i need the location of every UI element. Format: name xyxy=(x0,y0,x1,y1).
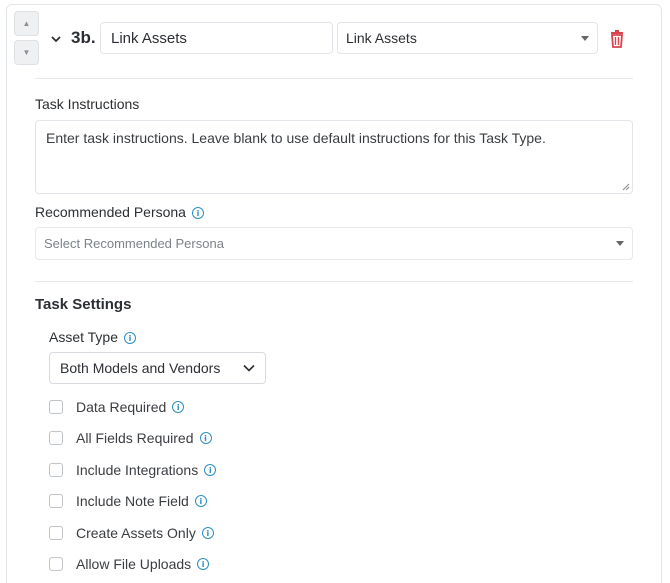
setting-option-include-note-field: Include Note Field i xyxy=(49,491,207,511)
info-icon[interactable]: i xyxy=(124,332,137,345)
info-icon[interactable]: i xyxy=(199,432,212,444)
divider xyxy=(35,281,633,282)
move-down-button[interactable]: ▼ xyxy=(14,40,39,65)
info-icon[interactable]: i xyxy=(197,558,210,570)
divider xyxy=(35,78,633,79)
setting-option-include-integrations: Include Integrations i xyxy=(49,460,217,480)
info-icon[interactable]: i xyxy=(201,527,214,539)
task-name-value: Link Assets xyxy=(111,29,187,47)
asset-type-label: Asset Type i xyxy=(49,329,137,345)
option-label: Data Required xyxy=(76,399,167,415)
task-name-input[interactable]: Link Assets xyxy=(100,22,333,54)
info-icon[interactable]: i xyxy=(172,401,185,413)
task-instructions-textarea[interactable]: Enter task instructions. Leave blank to … xyxy=(35,120,633,194)
asset-type-value: Both Models and Vendors xyxy=(60,360,221,376)
allow-file-uploads-checkbox[interactable] xyxy=(49,557,63,571)
caret-up-icon: ▲ xyxy=(22,19,31,28)
create-assets-only-checkbox[interactable] xyxy=(49,526,63,540)
setting-option-allow-file-uploads: Allow File Uploads i xyxy=(49,554,210,574)
option-label: Include Integrations xyxy=(76,462,199,478)
task-settings-title: Task Settings xyxy=(35,296,132,313)
include-integrations-checkbox[interactable] xyxy=(49,463,63,477)
chevron-down-icon xyxy=(51,35,61,42)
asset-type-select[interactable]: Both Models and Vendors xyxy=(49,352,266,384)
step-number: 3b. xyxy=(71,28,96,47)
recommended-persona-select[interactable]: Select Recommended Persona xyxy=(35,227,633,260)
option-label: Include Note Field xyxy=(76,493,189,509)
task-type-select[interactable]: Link Assets xyxy=(337,22,598,54)
recommended-persona-label-text: Recommended Persona xyxy=(35,204,186,220)
asset-type-label-text: Asset Type xyxy=(49,329,119,345)
task-instructions-label: Task Instructions xyxy=(35,96,140,112)
chevron-down-icon xyxy=(243,364,255,372)
caret-down-icon: ▼ xyxy=(22,48,31,57)
persona-placeholder: Select Recommended Persona xyxy=(44,236,224,251)
info-icon[interactable]: i xyxy=(191,207,204,220)
task-instructions-placeholder: Enter task instructions. Leave blank to … xyxy=(46,130,546,146)
task-type-value: Link Assets xyxy=(346,30,417,46)
caret-down-icon xyxy=(616,241,624,246)
info-icon[interactable]: i xyxy=(204,464,217,476)
data-required-checkbox[interactable] xyxy=(49,400,63,414)
info-icon[interactable]: i xyxy=(194,495,207,507)
all-fields-required-checkbox[interactable] xyxy=(49,431,63,445)
option-label: Create Assets Only xyxy=(76,525,196,541)
setting-option-all-fields-required: All Fields Required i xyxy=(49,428,212,448)
trash-icon[interactable] xyxy=(609,30,625,48)
include-note-field-checkbox[interactable] xyxy=(49,494,63,508)
option-label: Allow File Uploads xyxy=(76,556,192,572)
move-up-button[interactable]: ▲ xyxy=(14,11,39,36)
resize-handle-icon[interactable] xyxy=(622,183,630,191)
collapse-toggle[interactable] xyxy=(49,32,63,46)
option-label: All Fields Required xyxy=(76,430,194,446)
recommended-persona-label: Recommended Persona i xyxy=(35,204,204,220)
caret-down-icon xyxy=(581,35,589,41)
setting-option-create-assets-only: Create Assets Only i xyxy=(49,523,214,543)
setting-option-data-required: Data Required i xyxy=(49,397,185,417)
